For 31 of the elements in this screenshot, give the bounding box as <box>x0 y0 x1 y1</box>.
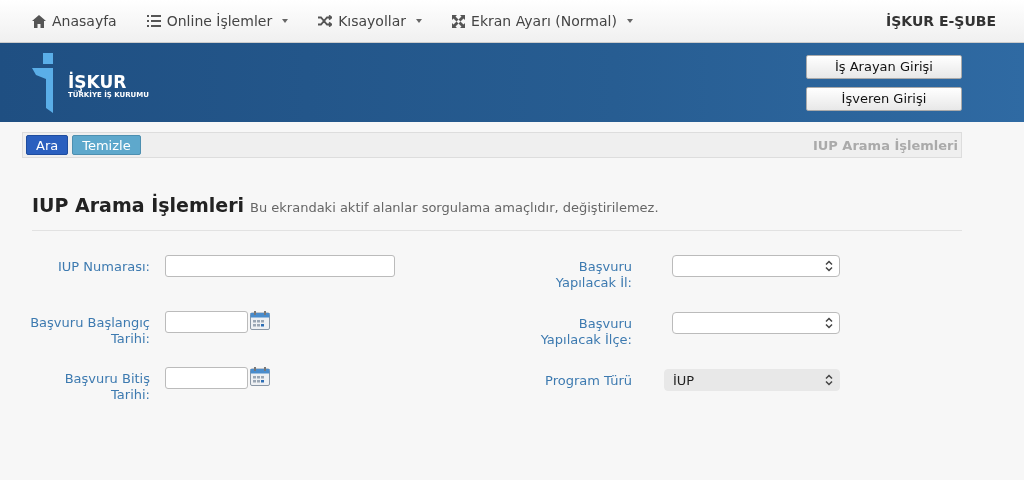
date-field[interactable] <box>165 311 248 333</box>
up-down-arrows-icon <box>825 317 833 329</box>
search-button[interactable]: Ara <box>26 135 69 155</box>
shuffle-icon <box>318 15 333 27</box>
list-icon <box>146 15 161 27</box>
field-label: Başvuru Başlangıç Tarihi: <box>29 314 150 347</box>
select-field[interactable] <box>672 255 840 277</box>
date-field[interactable] <box>165 367 248 389</box>
field-label: Program Türü <box>544 372 632 389</box>
input-field[interactable] <box>165 255 395 277</box>
nav-menu-item[interactable]: Kısayollar <box>318 13 423 29</box>
page-subtitle: Bu ekrandaki aktif alanlar sorgulama amaçlıdır, değiştirilemez. <box>250 200 659 215</box>
expand-icon <box>452 14 466 28</box>
nav-menu-item[interactable]: Ekran Ayarı (Normal) <box>452 13 633 29</box>
up-down-arrows-icon <box>825 260 833 272</box>
toolbar-title: IUP Arama İşlemleri <box>812 137 958 153</box>
field-label: Başvuru Yapılacak İlçe: <box>539 315 632 348</box>
home-icon <box>32 14 46 28</box>
field-label: Başvuru Yapılacak İl: <box>554 258 632 291</box>
login-button[interactable]: İşveren Girişi <box>806 86 962 111</box>
login-button[interactable]: İş Arayan Girişi <box>806 54 962 79</box>
select-field[interactable] <box>672 312 840 334</box>
calendar-icon[interactable] <box>250 311 270 330</box>
calendar-icon[interactable] <box>250 367 270 386</box>
field-label: Başvuru Bitiş Tarihi: <box>63 370 150 403</box>
nav-menu-item[interactable]: Anasayfa <box>32 13 117 29</box>
up-down-arrows-icon <box>825 374 833 386</box>
page-title: IUP Arama İşlemleri <box>32 194 245 216</box>
nav-menu-item[interactable]: Online İşlemler <box>146 13 289 29</box>
site-title: İŞKUR E-ŞUBE <box>886 13 996 29</box>
field-label: IUP Numarası: <box>57 258 150 275</box>
